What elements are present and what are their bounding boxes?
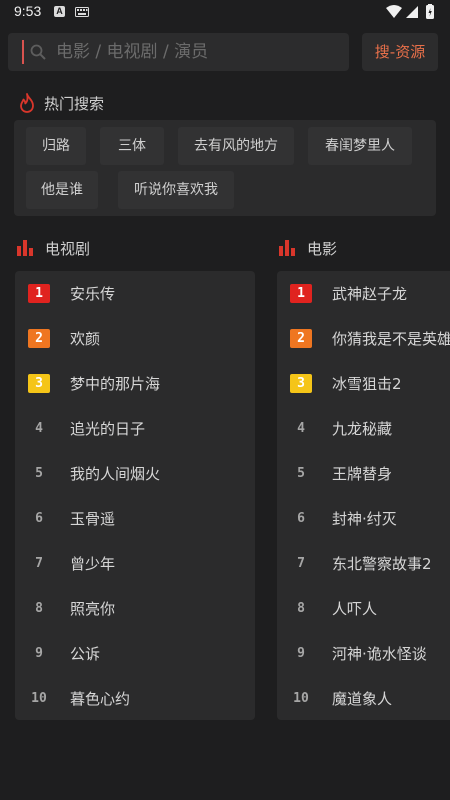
rank-list-item[interactable]: 5 我的人间烟火 [15, 451, 255, 496]
rank-list-item[interactable]: 10 暮色心约 [15, 676, 255, 720]
rank-list-item[interactable]: 2 欢颜 [15, 316, 255, 361]
notification-app-icon: A [54, 6, 65, 17]
rank-badge: 10 [293, 691, 309, 706]
status-icons [386, 4, 434, 19]
rank-item-name: 暮色心约 [70, 690, 131, 708]
rank-item-name: 人吓人 [332, 600, 378, 618]
rank-list-item[interactable]: 9 河神·诡水怪谈 [277, 631, 450, 676]
rank-list-item[interactable]: 9 公诉 [15, 631, 255, 676]
signal-icon [406, 6, 418, 18]
rank-list-item[interactable]: 4 九龙秘藏 [277, 406, 450, 451]
rank-item-name: 梦中的那片海 [70, 375, 161, 393]
search-resource-button[interactable]: 搜-资源 [362, 33, 438, 71]
text-cursor [22, 40, 24, 64]
hot-search-chip[interactable]: 听说你喜欢我 [118, 171, 234, 209]
rank-item-name: 追光的日子 [70, 420, 146, 438]
rank-item-name: 河神·诡水怪谈 [332, 645, 427, 663]
hot-search-chip[interactable]: 归路 [26, 127, 86, 165]
rank-list-item[interactable]: 4 追光的日子 [15, 406, 255, 451]
rank-badge: 6 [35, 511, 43, 526]
rank-list-item[interactable]: 8 人吓人 [277, 586, 450, 631]
fire-icon [20, 93, 34, 113]
movie-section-title: 电影 [307, 240, 338, 258]
rank-badge: 8 [297, 601, 305, 616]
bar-chart-icon [279, 240, 295, 256]
rank-item-name: 欢颜 [70, 330, 101, 348]
keyboard-icon [75, 7, 89, 17]
rank-badge: 4 [297, 421, 305, 436]
rank-badge: 1 [28, 284, 50, 303]
search-input[interactable] [56, 33, 336, 71]
rank-item-name: 曾少年 [70, 555, 116, 573]
rank-list-item[interactable]: 6 玉骨遥 [15, 496, 255, 541]
hot-search-chip[interactable]: 春闺梦里人 [308, 127, 412, 165]
hot-search-chip[interactable]: 去有风的地方 [178, 127, 294, 165]
rank-item-name: 照亮你 [70, 600, 116, 618]
rank-list-item[interactable]: 7 曾少年 [15, 541, 255, 586]
tv-ranking-list: 1 安乐传 2 欢颜 3 梦中的那片海 4 追光的日子 5 我的人间烟火 6 玉骨遥 7 曾少年 8 照亮你 9… [15, 271, 255, 720]
bar-chart-icon [17, 240, 33, 256]
status-bar: 9:53 A [0, 0, 450, 24]
rank-badge: 3 [28, 374, 50, 393]
rank-item-name: 魔道象人 [332, 690, 393, 708]
rank-badge: 7 [297, 556, 305, 571]
movie-ranking-list: 1 武神赵子龙 2 你猜我是不是英雄 3 冰雪狙击2 4 九龙秘藏 5 王牌替身 6 封神·纣灭 7 东北… [277, 271, 450, 720]
rank-item-name: 武神赵子龙 [332, 285, 408, 303]
rank-item-name: 玉骨遥 [70, 510, 116, 528]
hot-search-panel: 归路 三体 去有风的地方 春闺梦里人 他是谁 听说你喜欢我 [14, 120, 436, 216]
rank-badge: 2 [28, 329, 50, 348]
rank-item-name: 冰雪狙击2 [332, 375, 402, 393]
rank-list-item[interactable]: 1 武神赵子龙 [277, 271, 450, 316]
rank-item-name: 九龙秘藏 [332, 420, 393, 438]
status-time: 9:53 [14, 3, 42, 19]
rank-badge: 5 [297, 466, 305, 481]
rank-badge: 8 [35, 601, 43, 616]
rank-badge: 4 [35, 421, 43, 436]
rank-item-name: 东北警察故事2 [332, 555, 432, 573]
rank-list-item[interactable]: 7 东北警察故事2 [277, 541, 450, 586]
hot-search-chip[interactable]: 他是谁 [26, 171, 98, 209]
rank-item-name: 王牌替身 [332, 465, 393, 483]
rank-badge: 10 [31, 691, 47, 706]
rank-badge: 5 [35, 466, 43, 481]
wifi-icon [386, 5, 402, 18]
rank-item-name: 公诉 [70, 645, 101, 663]
rank-item-name: 我的人间烟火 [70, 465, 161, 483]
rank-badge: 7 [35, 556, 43, 571]
search-icon [30, 44, 46, 60]
rank-list-item[interactable]: 6 封神·纣灭 [277, 496, 450, 541]
rank-badge: 9 [297, 646, 305, 661]
rank-list-item[interactable]: 5 王牌替身 [277, 451, 450, 496]
hot-search-title: 热门搜索 [44, 95, 105, 113]
rank-list-item[interactable]: 3 梦中的那片海 [15, 361, 255, 406]
rank-list-item[interactable]: 8 照亮你 [15, 586, 255, 631]
rank-badge: 2 [290, 329, 312, 348]
rank-list-item[interactable]: 1 安乐传 [15, 271, 255, 316]
hot-search-chip[interactable]: 三体 [100, 127, 164, 165]
tv-section-title: 电视剧 [45, 240, 91, 258]
rank-badge: 1 [290, 284, 312, 303]
search-box[interactable] [8, 33, 349, 71]
rank-badge: 6 [297, 511, 305, 526]
rank-list-item[interactable]: 3 冰雪狙击2 [277, 361, 450, 406]
rank-list-item[interactable]: 2 你猜我是不是英雄 [277, 316, 450, 361]
rank-item-name: 安乐传 [70, 285, 116, 303]
rank-list-item[interactable]: 10 魔道象人 [277, 676, 450, 720]
rank-badge: 3 [290, 374, 312, 393]
rank-item-name: 你猜我是不是英雄 [332, 330, 450, 348]
rank-badge: 9 [35, 646, 43, 661]
rank-item-name: 封神·纣灭 [332, 510, 397, 528]
